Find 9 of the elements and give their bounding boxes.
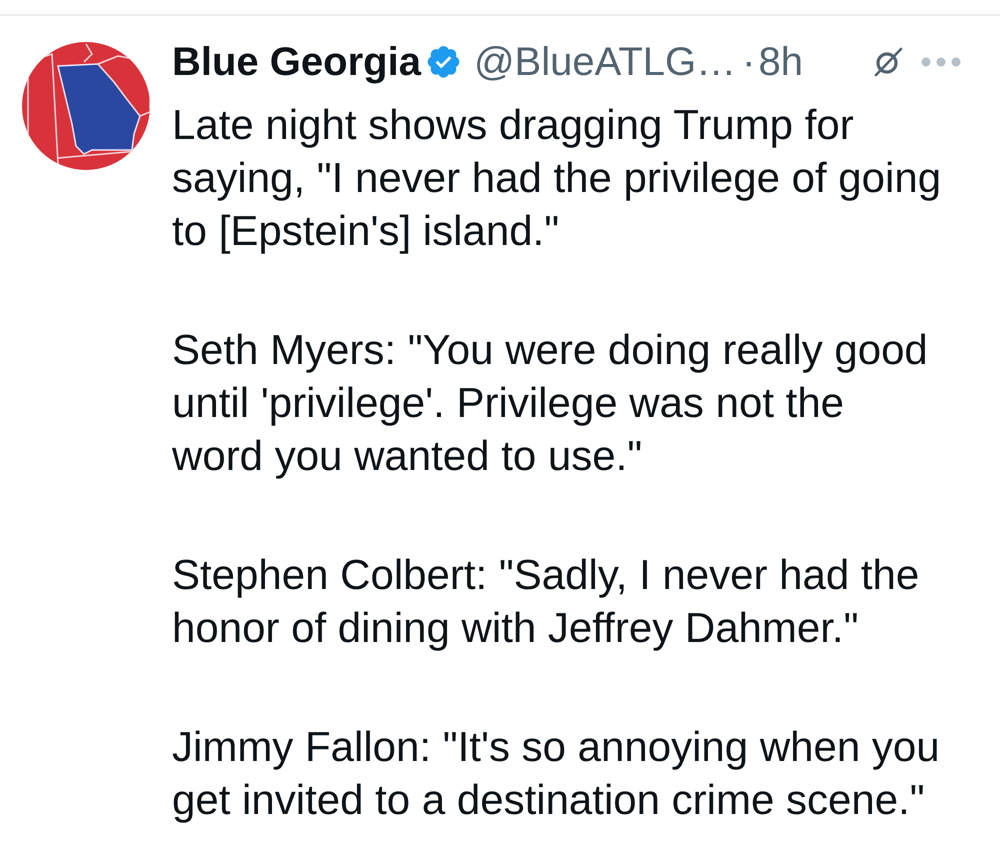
slashed-circle-icon[interactable] [872, 47, 903, 77]
tweet-paragraph: Stephen Colbert: "Sadly, I never had the honor of dining with Jeffrey Dahmer." [172, 550, 920, 653]
tweet-paragraph: Jimmy Fallon: "It's so annoying when you get invited to a destination crime scene." [172, 722, 941, 825]
timestamp[interactable]: 8h [758, 40, 803, 84]
tweet-paragraph: Late night shows dragging Trump for saying, "I never had the privilege of going to [Epstein's] island." [172, 100, 942, 256]
tweet-paragraph: Seth Myers: "You were doing really good until 'privilege'. Privilege was not the word you wanted to use." [172, 325, 929, 481]
author-name[interactable]: Blue Georgia [172, 40, 421, 84]
separator-text: · [742, 40, 756, 84]
author-handle[interactable]: @BlueATLG… [474, 40, 736, 84]
